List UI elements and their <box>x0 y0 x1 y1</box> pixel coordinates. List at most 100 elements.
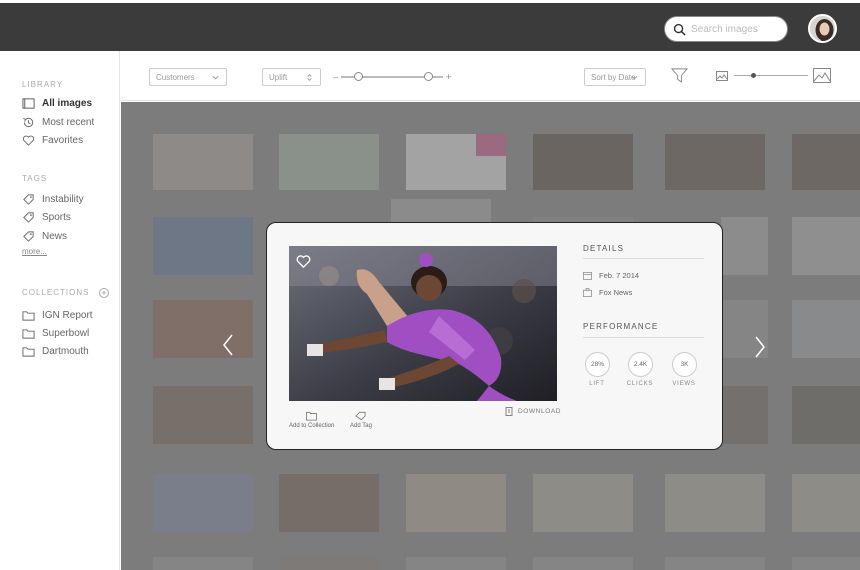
sidebar-item-most-recent[interactable]: Most recent <box>22 114 94 130</box>
heart-icon <box>22 135 35 146</box>
size-slider-handle[interactable] <box>751 73 757 78</box>
range-slider-high-handle[interactable] <box>424 72 434 81</box>
range-slider-low-handle[interactable] <box>353 72 363 81</box>
sidebar-item-tag-sports[interactable]: Sports <box>22 209 71 225</box>
calendar-icon <box>583 271 592 280</box>
grid-thumbnail[interactable] <box>279 474 379 532</box>
grid-thumbnail[interactable] <box>406 557 506 570</box>
top-bar <box>0 0 860 51</box>
library-section-title: LIBRARY <box>22 80 64 89</box>
stat-clicks-label: CLICKS <box>626 381 654 387</box>
grid-thumbnail[interactable] <box>665 474 765 532</box>
image-detail-modal: Add to Collection Add Tag DOWNLOAD DETAI… <box>266 222 723 450</box>
sidebar-item-label: All images <box>42 97 93 109</box>
grid-thumbnail[interactable] <box>533 557 633 570</box>
stat-lift-label: LIFT <box>589 381 605 387</box>
grid-thumbnail[interactable] <box>279 557 379 570</box>
collections-section-title: COLLECTIONS <box>22 288 90 297</box>
grid-thumbnail[interactable] <box>721 386 768 444</box>
more-tags-link[interactable]: more... <box>22 247 47 256</box>
stat-lift-circle: 28% <box>585 352 610 377</box>
sidebar: LIBRARY All images Most recent Favorites… <box>0 51 120 570</box>
grid-thumbnail[interactable] <box>665 557 765 570</box>
stat-views-label: VIEWS <box>672 381 696 387</box>
grid-thumbnail[interactable] <box>792 474 860 532</box>
search-input[interactable] <box>691 23 781 35</box>
uplift-select[interactable]: Uplift <box>262 68 321 86</box>
range-min-symbol: – <box>333 72 339 82</box>
download-icon <box>505 407 513 416</box>
grid-thumbnail[interactable] <box>792 134 860 190</box>
sidebar-item-label: Dartmouth <box>42 345 89 357</box>
chevron-down-icon <box>212 75 219 80</box>
filter-icon[interactable] <box>671 67 688 84</box>
image-stack-icon <box>22 97 35 109</box>
sidebar-item-tag-instability[interactable]: Instability <box>22 191 84 207</box>
uplift-select-value: Uplift <box>269 72 288 82</box>
avatar-portrait <box>810 16 835 41</box>
add-collection-icon[interactable]: + <box>99 288 109 298</box>
gymnast-photo <box>289 246 557 401</box>
grid-thumbnail[interactable] <box>792 386 860 444</box>
add-tag-button[interactable]: Add Tag <box>350 411 372 429</box>
customers-select[interactable]: Customers <box>149 68 227 86</box>
sidebar-item-label: Sports <box>42 211 71 223</box>
sort-select[interactable]: Sort by Date <box>584 68 646 86</box>
grid-thumbnail[interactable] <box>153 557 253 570</box>
folder-icon <box>22 328 35 339</box>
performance-divider <box>583 337 704 338</box>
grid-thumbnail[interactable] <box>665 134 765 190</box>
add-to-collection-button[interactable]: Add to Collection <box>289 411 334 429</box>
grid-thumbnail[interactable] <box>792 557 860 570</box>
sidebar-item-all-images[interactable]: All images <box>22 95 92 111</box>
grid-thumbnail-accent <box>476 134 506 156</box>
grid-thumbnail[interactable] <box>792 300 860 358</box>
range-max-symbol: + <box>446 72 452 82</box>
grid-thumbnail[interactable] <box>533 134 633 190</box>
uplift-range-slider[interactable] <box>341 71 443 83</box>
large-image-icon[interactable] <box>813 68 831 83</box>
folder-icon <box>22 310 35 321</box>
grid-thumbnail[interactable] <box>153 134 253 190</box>
download-label: DOWNLOAD <box>518 408 562 415</box>
previous-image-arrow-icon[interactable] <box>221 333 235 357</box>
grid-thumbnail[interactable] <box>153 474 253 532</box>
grid-thumbnail[interactable] <box>153 386 253 444</box>
tag-icon <box>23 211 34 223</box>
tags-section-title: TAGS <box>22 174 48 183</box>
details-divider <box>583 258 704 259</box>
stat-lift-value: 28% <box>590 361 604 368</box>
sidebar-item-favorites[interactable]: Favorites <box>22 132 83 148</box>
sidebar-item-tag-news[interactable]: News <box>22 228 67 244</box>
thumbnail-size-slider[interactable] <box>734 71 808 81</box>
sidebar-item-collection-dartmouth[interactable]: Dartmouth <box>22 343 89 359</box>
details-heading: DETAILS <box>583 244 625 253</box>
small-image-icon[interactable] <box>716 71 728 81</box>
chevron-down-icon <box>631 75 638 80</box>
search-box[interactable] <box>664 16 788 42</box>
featured-image[interactable] <box>289 246 557 401</box>
sidebar-item-collection-ign-report[interactable]: IGN Report <box>22 307 93 323</box>
download-button[interactable]: DOWNLOAD <box>505 407 561 416</box>
grid-thumbnail[interactable] <box>279 134 379 190</box>
grid-thumbnail[interactable] <box>792 217 860 275</box>
next-image-arrow-icon[interactable] <box>753 335 767 359</box>
add-tag-label: Add Tag <box>350 423 372 429</box>
grid-thumbnail[interactable] <box>406 474 506 532</box>
customers-select-value: Customers <box>156 72 195 82</box>
grid-thumbnail[interactable] <box>533 474 633 532</box>
favorite-heart-icon[interactable] <box>296 254 311 269</box>
sidebar-item-label: Favorites <box>42 134 84 146</box>
grid-thumbnail[interactable] <box>153 300 253 358</box>
sidebar-item-label: Most recent <box>42 116 95 128</box>
sort-select-value: Sort by Date <box>591 72 636 82</box>
sidebar-item-label: News <box>42 230 68 242</box>
briefcase-icon <box>583 288 592 297</box>
sidebar-item-collection-superbowl[interactable]: Superbowl <box>22 325 89 341</box>
tag-icon <box>355 411 366 421</box>
grid-thumbnail[interactable] <box>153 217 253 275</box>
grid-thumbnail[interactable] <box>721 217 768 275</box>
add-to-collection-label: Add to Collection <box>289 423 335 429</box>
user-avatar[interactable] <box>808 14 837 43</box>
folder-icon <box>22 346 35 357</box>
